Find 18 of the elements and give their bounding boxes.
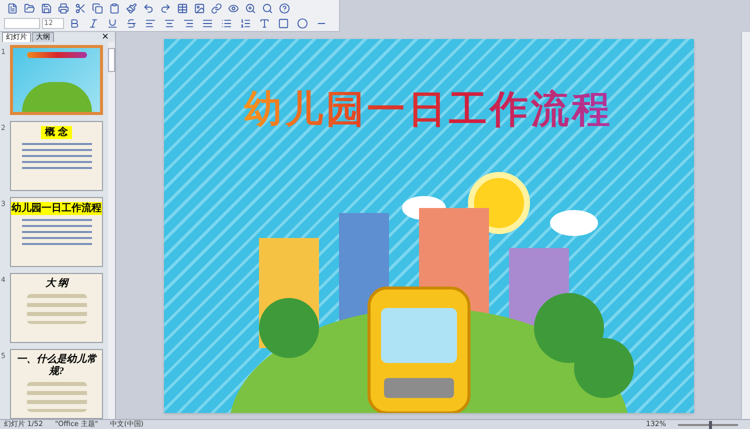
thumbnail-title-drawing	[26, 52, 86, 58]
thumbnail-title: 一、什么是幼儿常规?	[16, 354, 98, 378]
scrollbar[interactable]	[108, 42, 115, 419]
close-button[interactable]: ×	[97, 32, 113, 42]
slide-thumbnail[interactable]: 大 纲	[10, 273, 103, 343]
font-field[interactable]	[4, 18, 40, 28]
hill-drawing	[22, 82, 92, 112]
thumbnail-content-drawing	[26, 294, 86, 324]
thumbnail-title: 幼儿园一日工作流程	[11, 202, 102, 215]
thumbnail-title: 大 纲	[44, 278, 70, 290]
slide-thumbnail[interactable]: 一、什么是幼儿常规?	[10, 349, 103, 419]
slide-thumbnail[interactable]: 概 念	[10, 121, 103, 191]
slide-thumbnail[interactable]: 幼儿园一日工作流程	[10, 197, 103, 267]
zoom-slider-thumb[interactable]	[709, 420, 712, 428]
slide-thumbnail[interactable]	[10, 45, 103, 115]
scrollbar[interactable]	[741, 32, 750, 419]
thumbnail-content-drawing	[26, 382, 86, 412]
thumbnail-title: 概 念	[40, 126, 72, 139]
